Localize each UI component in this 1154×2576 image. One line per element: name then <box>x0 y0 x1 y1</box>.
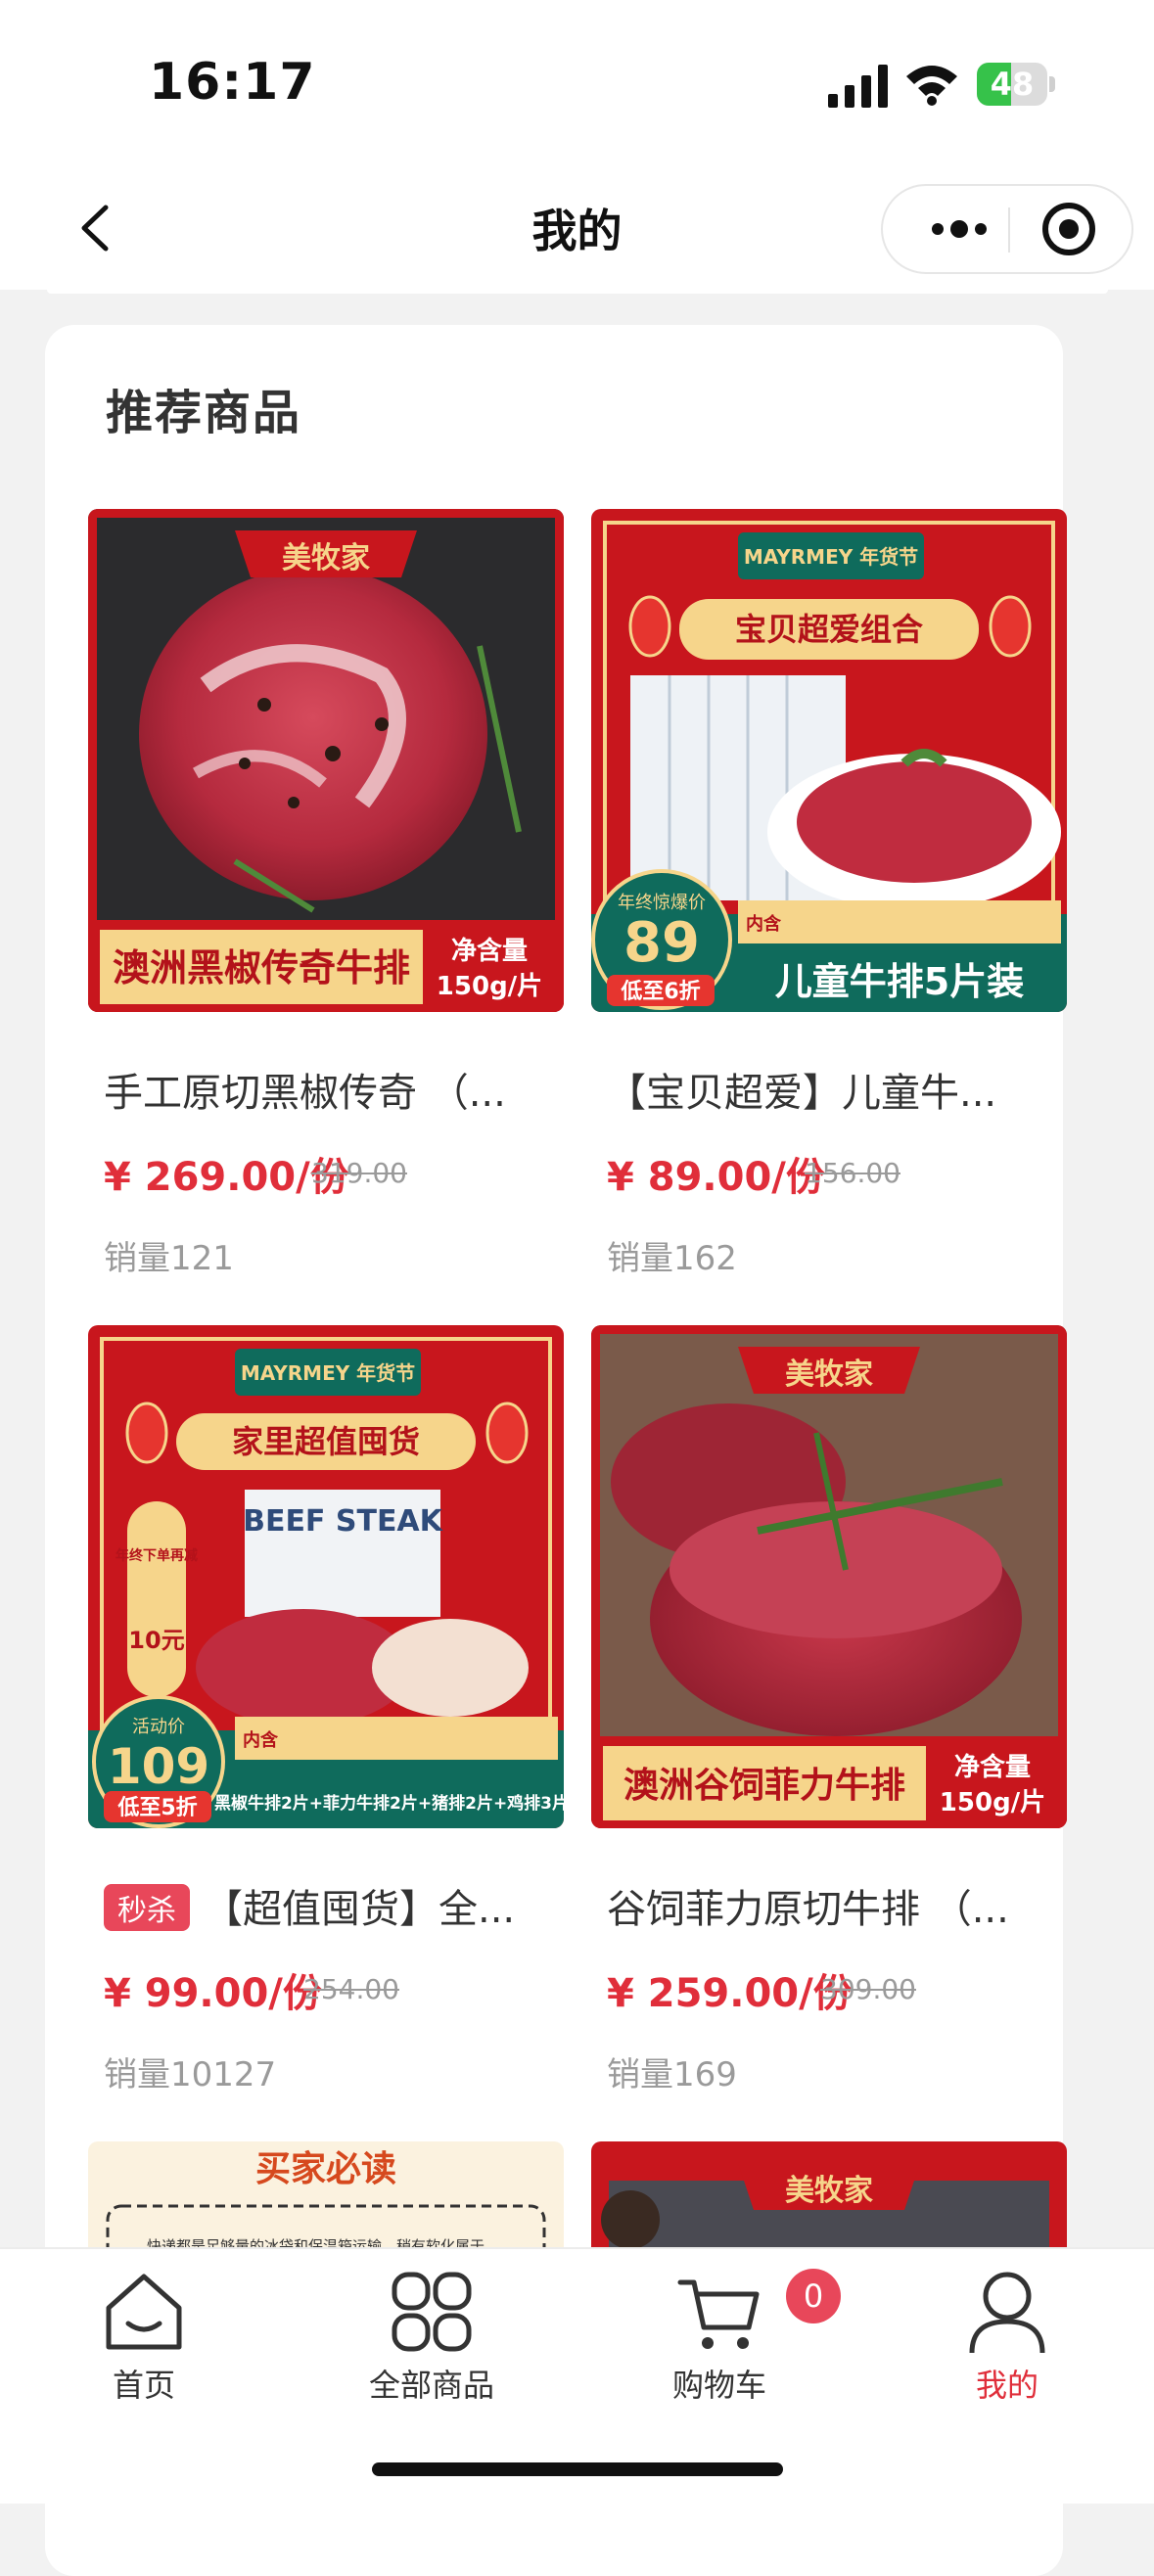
mini-program-capsule <box>881 184 1133 274</box>
wifi-icon <box>906 66 957 106</box>
image-banner-text: 澳洲谷饲菲力牛排 <box>623 1766 905 1806</box>
section-title: 推荐商品 <box>106 386 302 440</box>
tab-label: 购物车 <box>671 2367 766 2404</box>
image-side-value: 10元 <box>128 1627 184 1654</box>
product-image[interactable]: 美牧家 澳洲谷饲菲力牛排 净含量 150g/片 <box>591 1325 1067 1828</box>
product-price: ¥ 99.00/份 <box>104 1971 322 2016</box>
image-side-label: 年终下单再减 <box>115 1547 198 1564</box>
image-pack-label: 内含 <box>746 913 782 935</box>
product-image[interactable]: MAYRMEY 年货节 家里超值囤货 年终下单再减 10元 BEEF STEAK… <box>88 1325 564 1828</box>
product-name[interactable]: 谷饲菲力原切牛排 （... <box>607 1877 1057 1934</box>
image-price-label: 年终惊爆价 <box>618 893 706 913</box>
image-banner-text: 澳洲黑椒传奇牛排 <box>113 946 410 989</box>
image-headline: 家里超值囤货 <box>232 1423 420 1460</box>
product-name[interactable]: 【宝贝超爱】儿童牛... <box>607 1061 1057 1118</box>
tab-home[interactable]: 首页 <box>0 2249 288 2425</box>
image-net-label: 净含量 <box>954 1752 1031 1782</box>
tab-cart[interactable]: 0 购物车 <box>576 2249 863 2425</box>
image-net-value: 150g/片 <box>940 1788 1045 1817</box>
product-original-price: 156.00 <box>805 1157 900 1189</box>
product-sales: 销量162 <box>607 1239 737 1278</box>
image-pack-text: BEEF STEAK <box>243 1504 444 1539</box>
flash-sale-tag: 秒杀 <box>104 1884 190 1931</box>
product-name[interactable]: 秒杀 【超值囤货】全... <box>104 1877 554 1934</box>
product-sales: 销量121 <box>104 1239 234 1278</box>
notice-title: 买家必读 <box>255 2149 396 2189</box>
image-discount: 低至6折 <box>620 980 700 1004</box>
product-original-price: 254.00 <box>303 1973 399 2005</box>
image-brand-text: 美牧家 <box>785 2174 873 2208</box>
product-price: ¥ 259.00/份 <box>607 1971 853 2016</box>
image-brand-text: MAYRMEY 年货节 <box>241 1361 415 1385</box>
battery-percent: 48 <box>990 66 1035 103</box>
product-price: ¥ 89.00/份 <box>607 1155 825 1200</box>
user-icon <box>969 2272 1045 2354</box>
cart-count-badge: 0 <box>786 2269 841 2323</box>
tab-label: 我的 <box>975 2367 1039 2404</box>
product-original-price: 319.00 <box>311 1157 407 1189</box>
tab-label: 全部商品 <box>368 2367 494 2404</box>
image-price-label: 活动价 <box>132 1717 185 1737</box>
product-image[interactable]: 美牧家 澳洲黑椒传奇牛排 净含量 150g/片 <box>88 509 564 1012</box>
image-banner-text: 儿童牛排5片装 <box>775 960 1024 1003</box>
status-time: 16:17 <box>149 53 316 112</box>
image-net-label: 净含量 <box>451 936 528 966</box>
recommended-products-card: 推荐商品 美牧家 澳洲黑椒传奇牛排 净含量 150g/片 手工原切黑椒传奇 （.… <box>45 325 1067 2576</box>
cellular-signal-icon <box>828 65 888 108</box>
image-headline: 宝贝超爱组合 <box>735 611 923 648</box>
image-discount: 低至5折 <box>116 1796 197 1820</box>
product-name-text: 【超值囤货】全... <box>204 1887 516 1932</box>
image-pack-label: 内含 <box>243 1729 279 1751</box>
tab-label: 首页 <box>112 2367 175 2404</box>
status-bar: 16:17 48 <box>0 0 1154 166</box>
image-brand-text: 美牧家 <box>785 1357 873 1392</box>
product-sales: 销量169 <box>607 2055 737 2094</box>
tab-all-products[interactable]: 全部商品 <box>288 2249 576 2425</box>
product-original-price: 309.00 <box>820 1973 916 2005</box>
more-options-icon[interactable] <box>910 186 1008 272</box>
image-price: 89 <box>623 911 700 975</box>
product-image[interactable]: MAYRMEY 年货节 宝贝超爱组合 年终惊爆价 89 低至6折 内含 儿童牛排… <box>591 509 1067 1012</box>
image-bottom-text: 黑椒牛排2片+菲力牛排2片+猪排2片+鸡排3片 <box>214 1793 564 1814</box>
grid-icon <box>392 2272 472 2352</box>
image-brand-text: MAYRMEY 年货节 <box>744 545 918 569</box>
battery-indicator: 48 <box>977 63 1055 106</box>
home-icon <box>106 2274 182 2350</box>
close-miniprogram-icon[interactable] <box>1020 186 1118 272</box>
home-indicator <box>372 2462 783 2476</box>
previous-card-edge <box>47 290 1108 294</box>
cart-icon <box>677 2279 760 2349</box>
image-brand-text: 美牧家 <box>282 541 370 575</box>
product-sales: 销量10127 <box>104 2055 277 2094</box>
image-price: 109 <box>108 1738 209 1795</box>
image-net-value: 150g/片 <box>437 972 542 1001</box>
tab-mine[interactable]: 我的 <box>863 2249 1151 2425</box>
nav-bar: 我的 <box>0 166 1154 290</box>
product-name[interactable]: 手工原切黑椒传奇 （... <box>104 1061 554 1118</box>
